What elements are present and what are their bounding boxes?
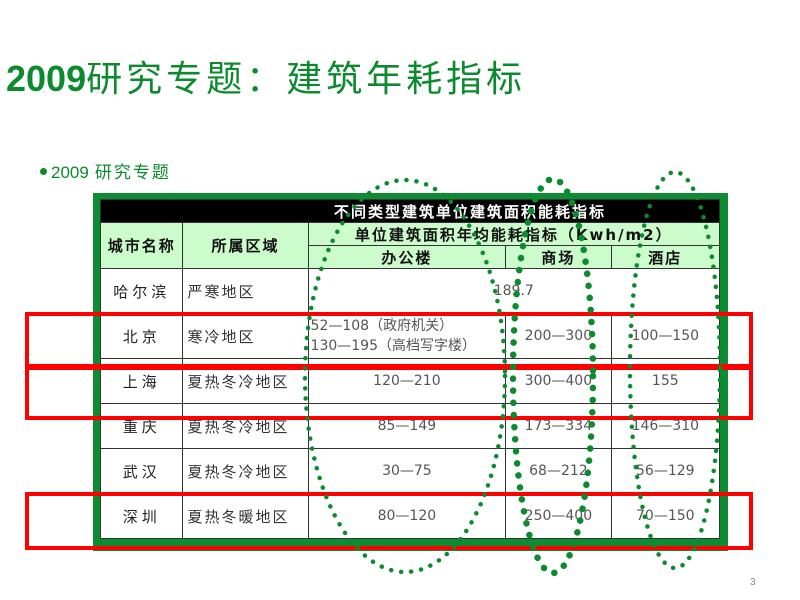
oval-mall-column: [509, 175, 597, 577]
page-number: 3: [750, 577, 756, 588]
annotation-overlay: [302, 169, 723, 577]
oval-hotel-column: [627, 169, 723, 571]
oval-office-column: [302, 177, 508, 575]
